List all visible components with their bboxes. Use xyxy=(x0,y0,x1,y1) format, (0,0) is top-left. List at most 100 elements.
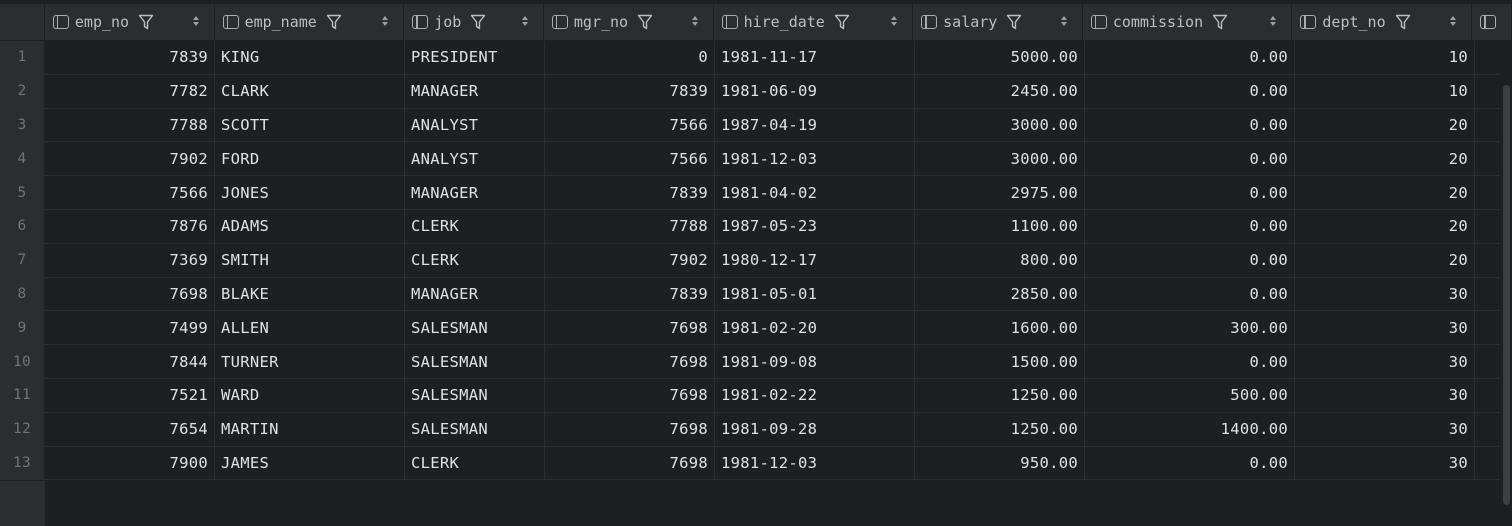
row-number[interactable]: 7 xyxy=(0,243,45,277)
sort-icon[interactable] xyxy=(521,13,529,29)
row-number[interactable]: 3 xyxy=(0,108,45,142)
cell-emp_no[interactable]: 7566 xyxy=(45,176,215,209)
cell-emp_no[interactable]: 7521 xyxy=(45,378,215,412)
cell-job[interactable]: CLERK xyxy=(405,446,545,480)
sort-icon[interactable] xyxy=(1449,13,1457,29)
cell-hire_date[interactable]: 1987-04-19 xyxy=(715,108,915,142)
cell-job[interactable]: SALESMAN xyxy=(405,311,545,345)
cell-dept_no[interactable]: 30 xyxy=(1295,277,1475,311)
cell-emp_no[interactable]: 7499 xyxy=(45,311,215,345)
table-row[interactable]: 9 7499 ALLEN SALESMAN 7698 1981-02-20 1600.00 3… xyxy=(0,311,1512,346)
sort-icon[interactable] xyxy=(1269,13,1277,29)
cell-emp_no[interactable]: 7782 xyxy=(45,74,215,108)
sort-icon[interactable] xyxy=(890,13,898,29)
filter-icon[interactable] xyxy=(1212,13,1228,31)
row-number[interactable]: 12 xyxy=(0,412,45,446)
cell-emp_no[interactable]: 7902 xyxy=(45,142,215,176)
row-number[interactable]: 1 xyxy=(0,41,45,74)
cell-job[interactable]: ANALYST xyxy=(405,142,545,176)
cell-job[interactable]: SALESMAN xyxy=(405,345,545,378)
filter-icon[interactable] xyxy=(1006,13,1022,31)
cell-mgr_no[interactable]: 7698 xyxy=(545,412,715,446)
row-number[interactable]: 2 xyxy=(0,74,45,108)
cell-dept_no[interactable]: 10 xyxy=(1295,41,1475,74)
row-number[interactable]: 5 xyxy=(0,176,45,209)
cell-emp_name[interactable]: ADAMS xyxy=(215,209,405,243)
cell-hire_date[interactable]: 1981-02-20 xyxy=(715,311,915,345)
cell-commission[interactable]: 1400.00 xyxy=(1085,412,1295,446)
column-header-emp_name[interactable]: emp_name xyxy=(215,4,405,40)
cell-salary[interactable]: 3000.00 xyxy=(915,108,1085,142)
cell-dept_no[interactable]: 30 xyxy=(1295,412,1475,446)
cell-commission[interactable]: 300.00 xyxy=(1085,311,1295,345)
cell-commission[interactable]: 0.00 xyxy=(1085,142,1295,176)
cell-emp_name[interactable]: BLAKE xyxy=(215,277,405,311)
cell-hire_date[interactable]: 1981-12-03 xyxy=(715,142,915,176)
cell-job[interactable]: ANALYST xyxy=(405,108,545,142)
cell-commission[interactable]: 0.00 xyxy=(1085,209,1295,243)
sort-icon[interactable] xyxy=(381,13,389,29)
filter-icon[interactable] xyxy=(834,13,850,31)
table-row[interactable]: 3 7788 SCOTT ANALYST 7566 1987-04-19 3000.00 0.… xyxy=(0,108,1512,143)
cell-commission[interactable]: 0.00 xyxy=(1085,243,1295,277)
filter-icon[interactable] xyxy=(1395,13,1411,31)
sort-icon[interactable] xyxy=(192,13,200,29)
table-row[interactable]: 6 7876 ADAMS CLERK 7788 1987-05-23 1100.00 0.00… xyxy=(0,209,1512,244)
row-number[interactable]: 4 xyxy=(0,142,45,176)
cell-mgr_no[interactable]: 7698 xyxy=(545,446,715,480)
filter-icon[interactable] xyxy=(138,13,154,31)
table-row[interactable]: 4 7902 FORD ANALYST 7566 1981-12-03 3000.00 0.0… xyxy=(0,142,1512,177)
cell-hire_date[interactable]: 1981-02-22 xyxy=(715,378,915,412)
cell-job[interactable]: PRESIDENT xyxy=(405,41,545,74)
cell-emp_name[interactable]: FORD xyxy=(215,142,405,176)
table-row[interactable]: 5 7566 JONES MANAGER 7839 1981-04-02 2975.00 0.… xyxy=(0,176,1512,210)
cell-salary[interactable]: 5000.00 xyxy=(915,41,1085,74)
cell-emp_no[interactable]: 7839 xyxy=(45,41,215,74)
row-number[interactable]: 9 xyxy=(0,311,45,345)
sort-icon[interactable] xyxy=(1060,13,1068,29)
cell-salary[interactable]: 1250.00 xyxy=(915,412,1085,446)
cell-emp_name[interactable]: JONES xyxy=(215,176,405,209)
cell-salary[interactable]: 1500.00 xyxy=(915,345,1085,378)
filter-icon[interactable] xyxy=(326,13,342,31)
cell-salary[interactable]: 3000.00 xyxy=(915,142,1085,176)
cell-hire_date[interactable]: 1981-09-08 xyxy=(715,345,915,378)
row-number[interactable]: 11 xyxy=(0,378,45,412)
cell-dept_no[interactable]: 30 xyxy=(1295,378,1475,412)
cell-emp_name[interactable]: CLARK xyxy=(215,74,405,108)
cell-job[interactable]: MANAGER xyxy=(405,176,545,209)
cell-emp_name[interactable]: JAMES xyxy=(215,446,405,480)
cell-hire_date[interactable]: 1980-12-17 xyxy=(715,243,915,277)
table-row[interactable]: 7 7369 SMITH CLERK 7902 1980-12-17 800.00 0.00 2… xyxy=(0,243,1512,278)
filter-icon[interactable] xyxy=(470,13,486,31)
cell-commission[interactable]: 0.00 xyxy=(1085,345,1295,378)
cell-emp_name[interactable]: SMITH xyxy=(215,243,405,277)
cell-salary[interactable]: 800.00 xyxy=(915,243,1085,277)
cell-emp_no[interactable]: 7900 xyxy=(45,446,215,480)
cell-mgr_no[interactable]: 7839 xyxy=(545,277,715,311)
cell-emp_no[interactable]: 7654 xyxy=(45,412,215,446)
cell-dept_no[interactable]: 20 xyxy=(1295,108,1475,142)
column-header-hire_date[interactable]: hire_date xyxy=(714,4,914,40)
cell-dept_no[interactable]: 10 xyxy=(1295,74,1475,108)
cell-dept_no[interactable]: 20 xyxy=(1295,176,1475,209)
cell-mgr_no[interactable]: 0 xyxy=(545,41,715,74)
cell-job[interactable]: SALESMAN xyxy=(405,412,545,446)
cell-hire_date[interactable]: 1981-11-17 xyxy=(715,41,915,74)
cell-commission[interactable]: 0.00 xyxy=(1085,108,1295,142)
cell-emp_no[interactable]: 7788 xyxy=(45,108,215,142)
cell-commission[interactable]: 500.00 xyxy=(1085,378,1295,412)
cell-dept_no[interactable]: 30 xyxy=(1295,311,1475,345)
cell-job[interactable]: SALESMAN xyxy=(405,378,545,412)
cell-salary[interactable]: 1250.00 xyxy=(915,378,1085,412)
cell-salary[interactable]: 2850.00 xyxy=(915,277,1085,311)
cell-emp_name[interactable]: SCOTT xyxy=(215,108,405,142)
cell-emp_name[interactable]: MARTIN xyxy=(215,412,405,446)
cell-dept_no[interactable]: 30 xyxy=(1295,345,1475,378)
cell-mgr_no[interactable]: 7698 xyxy=(545,345,715,378)
cell-emp_name[interactable]: WARD xyxy=(215,378,405,412)
cell-mgr_no[interactable]: 7788 xyxy=(545,209,715,243)
cell-dept_no[interactable]: 20 xyxy=(1295,209,1475,243)
column-header-commission[interactable]: commission xyxy=(1083,4,1293,40)
table-row[interactable]: 12 7654 MARTIN SALESMAN 7698 1981-09-28 1250.0… xyxy=(0,412,1512,447)
